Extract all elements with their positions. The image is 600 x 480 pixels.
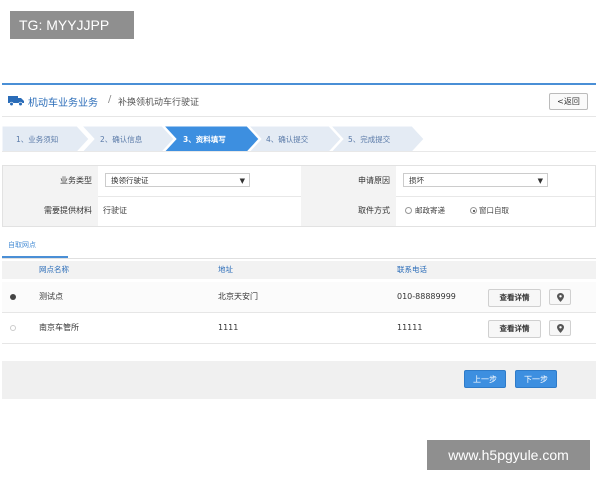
view-details-button[interactable]: 查看详情	[488, 289, 541, 307]
view-details-button[interactable]: 查看详情	[488, 320, 541, 338]
business-type-select[interactable]: 换领行驶证 ▼	[105, 173, 250, 187]
footer-bar: 上一步 下一步	[2, 361, 596, 399]
row-name: 南京车管所	[39, 323, 79, 332]
step-3: 3、资料填写	[183, 135, 226, 144]
materials-value: 行驶证	[103, 206, 127, 215]
table-header: 网点名称 地址 联系电话	[2, 261, 596, 279]
main-panel: 机动车业务业务 / 补换领机动车行驶证 <返回 1、业务须知 2、确认信息 3、…	[2, 83, 596, 400]
reason-value: 损坏	[409, 176, 424, 185]
title-bar: 机动车业务业务 / 补换领机动车行驶证 <返回	[2, 85, 596, 117]
page-title: 机动车业务业务	[28, 98, 98, 109]
row-address: 1111	[218, 323, 239, 332]
column-header-phone: 联系电话	[397, 265, 427, 274]
map-location-button[interactable]	[549, 289, 571, 305]
next-step-button[interactable]: 下一步	[515, 370, 557, 388]
step-2: 2、确认信息	[100, 135, 143, 144]
pickup-option-mail-label[interactable]: 邮政寄递	[415, 196, 445, 226]
pickup-option-mail-radio[interactable]	[405, 207, 412, 214]
row-select-radio[interactable]	[10, 325, 16, 331]
column-header-name: 网点名称	[39, 265, 69, 274]
dropdown-arrow-icon: ▼	[239, 177, 245, 185]
pickup-option-window-label[interactable]: 窗口自取	[479, 196, 509, 226]
form-row-1: 业务类型 换领行驶证 ▼ 申请原因 损坏 ▼	[3, 166, 595, 197]
row-name: 测试点	[39, 292, 63, 301]
row-address: 北京天安门	[218, 292, 258, 301]
tab-bar: 自取网点	[2, 236, 596, 259]
column-header-address: 地址	[218, 265, 233, 274]
watermark-bottom: www.h5pgyule.com	[427, 440, 590, 470]
pickup-label: 取件方式	[301, 196, 396, 226]
table-row[interactable]: 南京车管所 1111 11111 查看详情	[2, 313, 596, 344]
map-location-button[interactable]	[549, 320, 571, 336]
dropdown-arrow-icon: ▼	[537, 177, 543, 185]
step-1: 1、业务须知	[16, 135, 59, 144]
application-form: 业务类型 换领行驶证 ▼ 申请原因 损坏 ▼ 需要提供材料 行驶证 取件方式 邮…	[2, 165, 596, 227]
breadcrumb-current: 补换领机动车行驶证	[118, 98, 200, 108]
business-type-value: 换领行驶证	[111, 176, 149, 185]
tab-pickup-points[interactable]: 自取网点	[8, 240, 36, 250]
back-button[interactable]: <返回	[549, 93, 588, 110]
form-row-2: 需要提供材料 行驶证 取件方式 邮政寄递 窗口自取	[3, 196, 595, 226]
watermark-top: TG: MYYJJPP	[10, 11, 134, 39]
step-4: 4、确认提交	[266, 135, 309, 144]
tab-underline	[2, 256, 68, 258]
pickup-option-window-radio[interactable]	[470, 207, 477, 214]
map-pin-icon	[557, 293, 564, 302]
materials-label: 需要提供材料	[3, 196, 98, 226]
reason-label: 申请原因	[301, 166, 396, 196]
row-select-radio[interactable]	[10, 294, 16, 300]
row-phone: 11111	[397, 323, 423, 332]
row-phone: 010-88889999	[397, 292, 456, 301]
prev-step-button[interactable]: 上一步	[464, 370, 506, 388]
step-5: 5、完成提交	[348, 135, 391, 144]
truck-icon	[8, 96, 24, 106]
table-row[interactable]: 测试点 北京天安门 010-88889999 查看详情	[2, 282, 596, 313]
business-type-label: 业务类型	[3, 166, 98, 196]
reason-select[interactable]: 损坏 ▼	[403, 173, 548, 187]
map-pin-icon	[557, 324, 564, 333]
breadcrumb-separator: /	[108, 94, 112, 105]
step-indicator: 1、业务须知 2、确认信息 3、资料填写 4、确认提交 5、完成提交	[2, 126, 596, 152]
